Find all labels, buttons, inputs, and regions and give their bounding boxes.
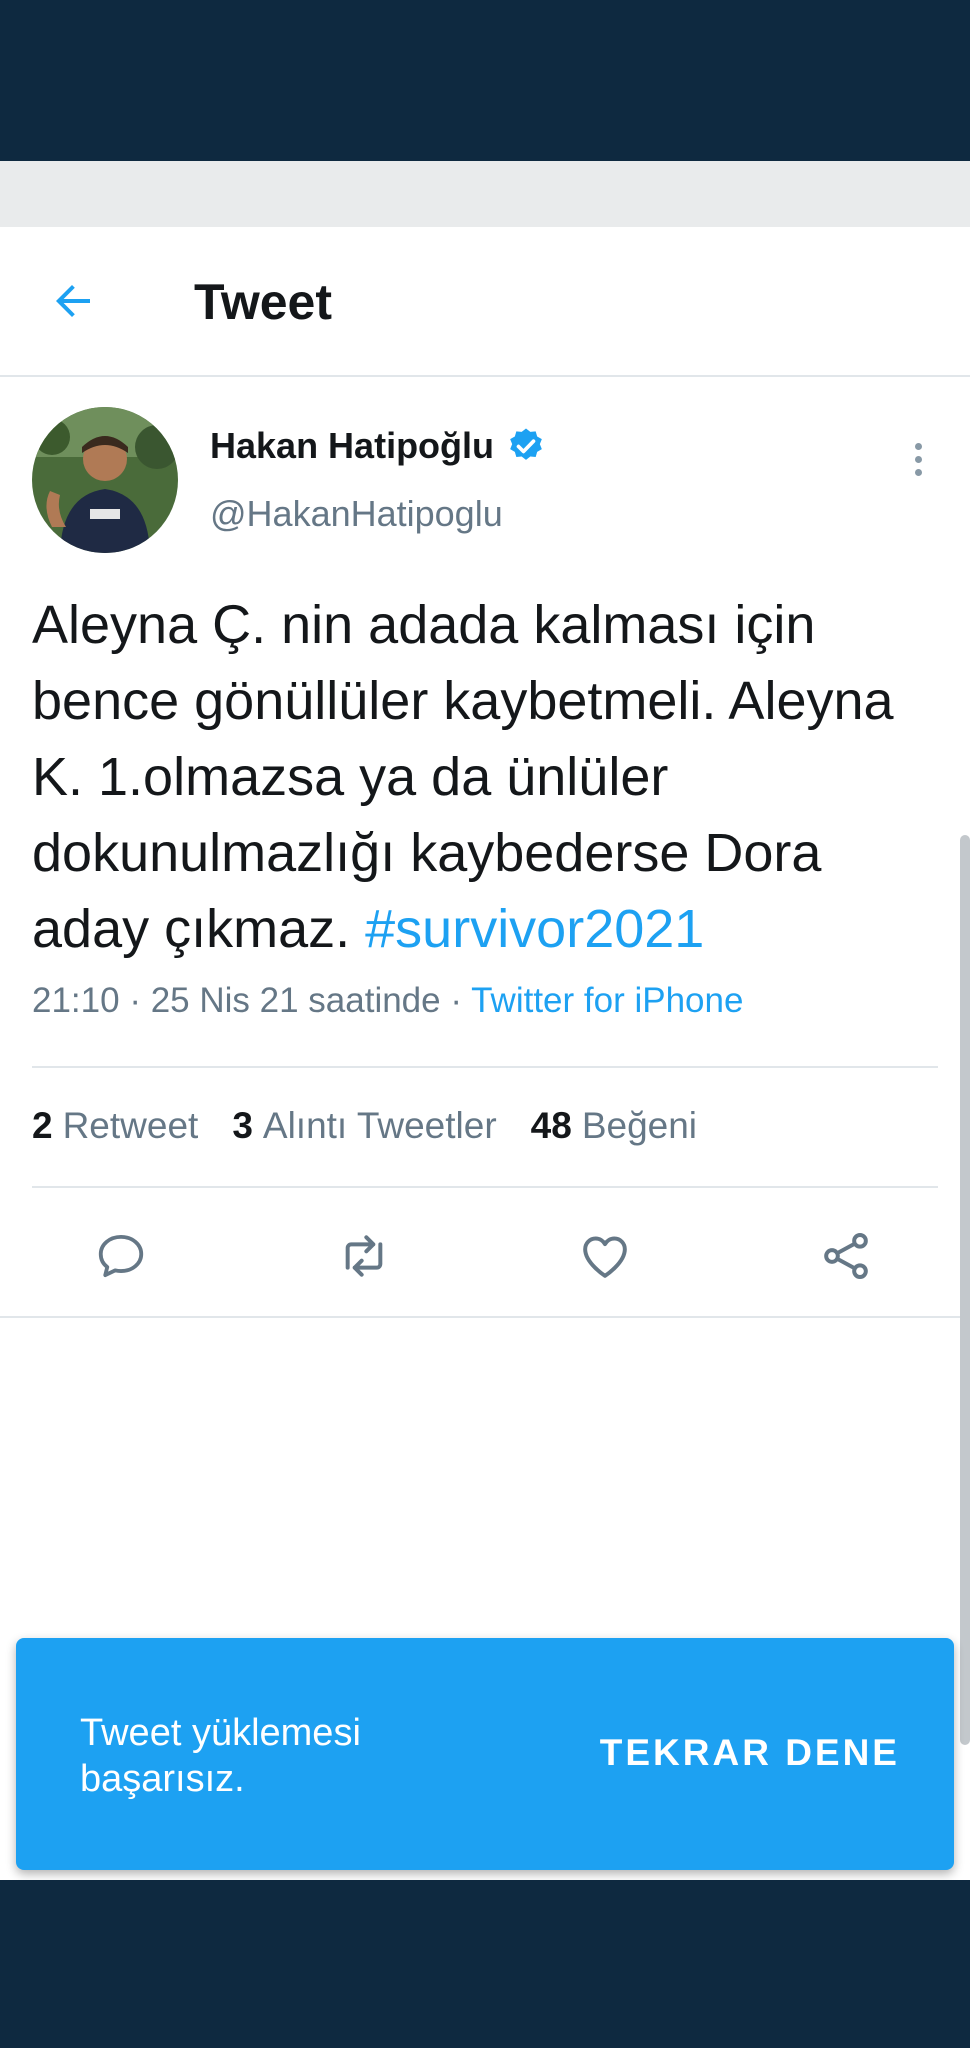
retweet-button[interactable]: [332, 1224, 396, 1288]
page-title: Tweet: [194, 274, 332, 330]
share-button[interactable]: [814, 1224, 878, 1288]
scrollbar[interactable]: [960, 835, 970, 1745]
tweet-date: 25 Nis 21 saatinde: [150, 981, 441, 1020]
tweet-text: Aleyna Ç. nin adada kalması için bence g…: [32, 587, 942, 967]
divider: [32, 1066, 938, 1068]
reply-icon: [98, 1234, 144, 1278]
avatar-photo: [32, 407, 178, 553]
tweet-actions: [0, 1224, 970, 1304]
reply-button[interactable]: [89, 1224, 153, 1288]
like-count[interactable]: 48 Beğeni: [531, 1105, 697, 1147]
retweet-count[interactable]: 2 Retweet: [32, 1105, 198, 1147]
share-icon: [824, 1233, 868, 1279]
more-options-icon[interactable]: [898, 429, 938, 489]
author-handle[interactable]: @HakanHatipoglu: [210, 493, 503, 535]
verified-badge-icon: [510, 428, 542, 460]
hashtag-link[interactable]: #survivor2021: [365, 899, 704, 959]
tweet-source-link[interactable]: Twitter for iPhone: [471, 981, 743, 1020]
error-snackbar: Tweet yüklemesi başarısız. TEKRAR DENE: [16, 1638, 954, 1870]
divider: [0, 1316, 970, 1318]
top-strip: [0, 161, 970, 227]
back-button[interactable]: [44, 271, 104, 331]
like-button[interactable]: [573, 1224, 637, 1288]
avatar[interactable]: [32, 407, 178, 553]
status-bar: [0, 0, 970, 161]
app-header: Tweet: [0, 227, 970, 377]
author-name[interactable]: Hakan Hatipoğlu: [210, 425, 494, 467]
author-row: Hakan Hatipoğlu: [210, 425, 546, 467]
tweet-stats: 2 Retweet 3 Alıntı Tweetler 48 Beğeni: [32, 1105, 697, 1147]
retweet-icon: [345, 1235, 383, 1277]
tweet-meta: 21:10 · 25 Nis 21 saatinde · Twitter for…: [32, 981, 744, 1020]
retry-button[interactable]: TEKRAR DENE: [600, 1732, 900, 1774]
quote-count[interactable]: 3 Alıntı Tweetler: [232, 1105, 496, 1147]
like-icon: [583, 1236, 627, 1278]
snackbar-message: Tweet yüklemesi başarısız.: [80, 1712, 361, 1800]
arrow-left-icon: [56, 285, 90, 317]
divider: [32, 1186, 938, 1188]
navigation-bar: [0, 1880, 970, 2048]
tweet-time: 21:10: [32, 981, 120, 1020]
